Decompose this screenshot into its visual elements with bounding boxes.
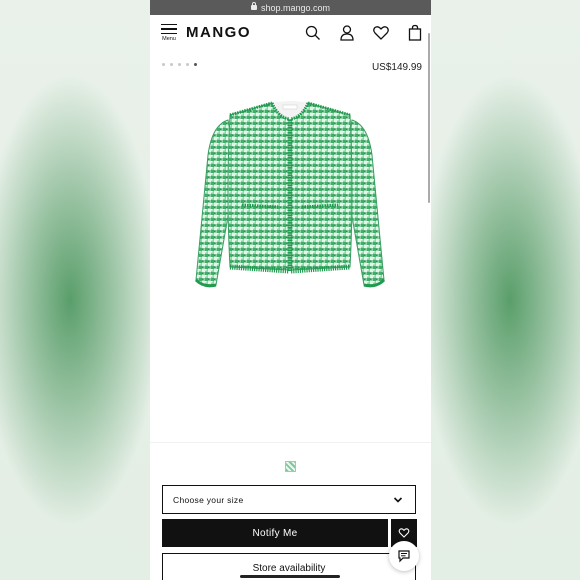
scrollbar[interactable] [428,33,430,203]
color-swatch[interactable] [285,461,296,472]
gallery-dot[interactable] [178,63,181,66]
menu-label: Menu [162,36,176,43]
store-availability-label: Store availability [252,562,326,574]
gallery-dot-active[interactable] [194,63,197,66]
user-icon[interactable] [338,24,356,42]
url-bar[interactable]: shop.mango.com [150,0,431,15]
url-text: shop.mango.com [260,2,331,13]
size-select-label: Choose your size [173,494,244,505]
site-header: Menu MANGO [150,15,431,51]
notify-me-button[interactable]: Notify Me [162,519,388,547]
chat-button[interactable] [389,541,419,571]
menu-button[interactable]: Menu [161,24,177,42]
gallery-dot[interactable] [186,63,189,66]
notify-me-label: Notify Me [252,527,298,539]
brand-logo[interactable]: MANGO [186,24,251,41]
product-image[interactable] [190,95,390,300]
phone-screen: shop.mango.com Menu MANGO US$149.99 Choo… [150,0,431,580]
heart-icon[interactable] [372,24,390,42]
purchase-panel: Choose your size Notify Me Store availab… [150,442,431,580]
search-icon[interactable] [304,24,322,42]
heart-icon [398,528,410,538]
chevron-down-icon [393,497,403,503]
home-indicator [240,575,340,578]
lock-icon [250,2,257,10]
size-select[interactable]: Choose your size [162,485,416,514]
shopping-bag-icon[interactable] [406,24,424,42]
chat-icon [398,550,410,563]
gallery-pagination[interactable] [162,63,197,66]
gallery-dot[interactable] [162,63,165,66]
gallery-dot[interactable] [170,63,173,66]
hamburger-icon [161,24,177,35]
product-price: US$149.99 [371,62,422,73]
